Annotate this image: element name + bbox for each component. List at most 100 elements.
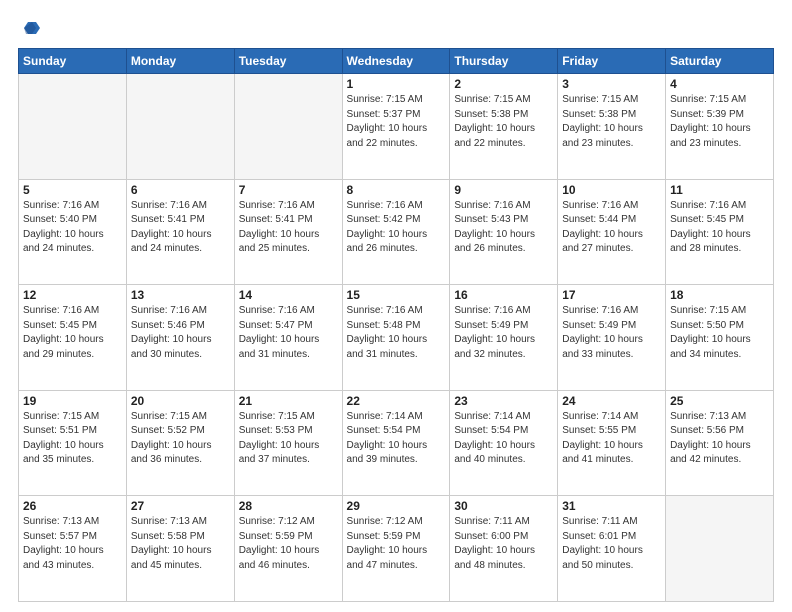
calendar-header: SundayMondayTuesdayWednesdayThursdayFrid… — [19, 49, 774, 74]
day-number: 13 — [131, 288, 230, 302]
weekday-header-row: SundayMondayTuesdayWednesdayThursdayFrid… — [19, 49, 774, 74]
calendar-cell: 7Sunrise: 7:16 AM Sunset: 5:41 PM Daylig… — [234, 179, 342, 285]
calendar-cell: 31 Sunrise: 7:11 AM Sunset: 6:01 PM Dayli… — [558, 496, 666, 602]
day-number: 27 — [131, 499, 230, 513]
calendar-week-3: 19 Sunrise: 7:15 AM Sunset: 5:51 PM Dayli… — [19, 390, 774, 496]
day-number: 14 — [239, 288, 338, 302]
calendar-week-2: 12 Sunrise: 7:16 AM Sunset: 5:45 PM Dayli… — [19, 285, 774, 391]
calendar-cell: 17 Sunrise: 7:16 AM Sunset: 5:49 PM Dayli… — [558, 285, 666, 391]
day-number: 10 — [562, 183, 661, 197]
calendar: SundayMondayTuesdayWednesdayThursdayFrid… — [18, 48, 774, 602]
calendar-cell: 8 Sunrise: 7:16 AM Sunset: 5:42 PM Daylig… — [342, 179, 450, 285]
day-info: Sunrise: 7:15 AM Sunset: 5:38 PM Dayligh… — [454, 93, 553, 151]
calendar-cell: 11Sunrise: 7:16 AM Sunset: 5:45 PM Dayli… — [666, 179, 774, 285]
day-number: 26 — [23, 499, 122, 513]
day-number: 23 — [454, 394, 553, 408]
day-number: 16 — [454, 288, 553, 302]
calendar-cell: 2 Sunrise: 7:15 AM Sunset: 5:38 PM Daylig… — [450, 74, 558, 180]
calendar-cell: 28Sunrise: 7:12 AM Sunset: 5:59 PM Dayli… — [234, 496, 342, 602]
header — [18, 18, 774, 40]
calendar-cell: 19 Sunrise: 7:15 AM Sunset: 5:51 PM Dayli… — [19, 390, 127, 496]
weekday-monday: Monday — [126, 49, 234, 74]
day-number: 12 — [23, 288, 122, 302]
calendar-cell: 5 Sunrise: 7:16 AM Sunset: 5:40 PM Daylig… — [19, 179, 127, 285]
day-info: Sunrise: 7:13 AM Sunset: 5:58 PM Dayligh… — [131, 515, 230, 573]
calendar-cell: 1 Sunrise: 7:15 AM Sunset: 5:37 PM Daylig… — [342, 74, 450, 180]
calendar-cell: 30 Sunrise: 7:11 AM Sunset: 6:00 PM Dayli… — [450, 496, 558, 602]
day-number: 3 — [562, 77, 661, 91]
calendar-cell — [19, 74, 127, 180]
calendar-cell: 18 Sunrise: 7:15 AM Sunset: 5:50 PM Dayli… — [666, 285, 774, 391]
calendar-cell: 25Sunrise: 7:13 AM Sunset: 5:56 PM Dayli… — [666, 390, 774, 496]
day-info: Sunrise: 7:14 AM Sunset: 5:55 PM Dayligh… — [562, 410, 661, 468]
calendar-cell: 22 Sunrise: 7:14 AM Sunset: 5:54 PM Dayli… — [342, 390, 450, 496]
calendar-cell — [666, 496, 774, 602]
logo-icon — [18, 18, 40, 40]
day-info: Sunrise: 7:16 AM Sunset: 5:49 PM Dayligh… — [562, 304, 661, 362]
calendar-week-1: 5 Sunrise: 7:16 AM Sunset: 5:40 PM Daylig… — [19, 179, 774, 285]
day-number: 22 — [347, 394, 446, 408]
day-info: Sunrise: 7:16 AM Sunset: 5:45 PM Dayligh… — [23, 304, 122, 362]
day-info: Sunrise: 7:15 AM Sunset: 5:51 PM Dayligh… — [23, 410, 122, 468]
weekday-tuesday: Tuesday — [234, 49, 342, 74]
day-number: 31 — [562, 499, 661, 513]
calendar-cell: 24 Sunrise: 7:14 AM Sunset: 5:55 PM Dayli… — [558, 390, 666, 496]
day-info: Sunrise: 7:13 AM Sunset: 5:57 PM Dayligh… — [23, 515, 122, 573]
day-number: 2 — [454, 77, 553, 91]
day-info: Sunrise: 7:15 AM Sunset: 5:37 PM Dayligh… — [347, 93, 446, 151]
day-number: 20 — [131, 394, 230, 408]
day-number: 9 — [454, 183, 553, 197]
day-info: Sunrise: 7:15 AM Sunset: 5:53 PM Dayligh… — [239, 410, 338, 468]
day-info: Sunrise: 7:14 AM Sunset: 5:54 PM Dayligh… — [454, 410, 553, 468]
weekday-saturday: Saturday — [666, 49, 774, 74]
day-info: Sunrise: 7:16 AM Sunset: 5:44 PM Dayligh… — [562, 199, 661, 257]
day-number: 8 — [347, 183, 446, 197]
calendar-cell: 6 Sunrise: 7:16 AM Sunset: 5:41 PM Daylig… — [126, 179, 234, 285]
calendar-cell: 14Sunrise: 7:16 AM Sunset: 5:47 PM Dayli… — [234, 285, 342, 391]
calendar-cell: 12 Sunrise: 7:16 AM Sunset: 5:45 PM Dayli… — [19, 285, 127, 391]
day-info: Sunrise: 7:16 AM Sunset: 5:41 PM Dayligh… — [131, 199, 230, 257]
day-number: 6 — [131, 183, 230, 197]
calendar-cell: 27 Sunrise: 7:13 AM Sunset: 5:58 PM Dayli… — [126, 496, 234, 602]
day-number: 19 — [23, 394, 122, 408]
day-info: Sunrise: 7:16 AM Sunset: 5:46 PM Dayligh… — [131, 304, 230, 362]
calendar-cell: 29 Sunrise: 7:12 AM Sunset: 5:59 PM Dayli… — [342, 496, 450, 602]
day-info: Sunrise: 7:16 AM Sunset: 5:42 PM Dayligh… — [347, 199, 446, 257]
calendar-body: 1 Sunrise: 7:15 AM Sunset: 5:37 PM Daylig… — [19, 74, 774, 602]
logo — [18, 18, 44, 40]
calendar-cell: 4Sunrise: 7:15 AM Sunset: 5:39 PM Daylig… — [666, 74, 774, 180]
calendar-cell: 23 Sunrise: 7:14 AM Sunset: 5:54 PM Dayli… — [450, 390, 558, 496]
calendar-week-4: 26 Sunrise: 7:13 AM Sunset: 5:57 PM Dayli… — [19, 496, 774, 602]
day-number: 29 — [347, 499, 446, 513]
calendar-cell: 26 Sunrise: 7:13 AM Sunset: 5:57 PM Dayli… — [19, 496, 127, 602]
day-number: 30 — [454, 499, 553, 513]
day-info: Sunrise: 7:15 AM Sunset: 5:50 PM Dayligh… — [670, 304, 769, 362]
day-info: Sunrise: 7:16 AM Sunset: 5:45 PM Dayligh… — [670, 199, 769, 257]
day-number: 24 — [562, 394, 661, 408]
day-info: Sunrise: 7:11 AM Sunset: 6:01 PM Dayligh… — [562, 515, 661, 573]
day-number: 18 — [670, 288, 769, 302]
day-info: Sunrise: 7:11 AM Sunset: 6:00 PM Dayligh… — [454, 515, 553, 573]
day-info: Sunrise: 7:14 AM Sunset: 5:54 PM Dayligh… — [347, 410, 446, 468]
calendar-cell: 21 Sunrise: 7:15 AM Sunset: 5:53 PM Dayli… — [234, 390, 342, 496]
day-number: 21 — [239, 394, 338, 408]
calendar-cell: 3 Sunrise: 7:15 AM Sunset: 5:38 PM Daylig… — [558, 74, 666, 180]
day-number: 25 — [670, 394, 769, 408]
weekday-friday: Friday — [558, 49, 666, 74]
day-info: Sunrise: 7:16 AM Sunset: 5:48 PM Dayligh… — [347, 304, 446, 362]
day-number: 5 — [23, 183, 122, 197]
weekday-wednesday: Wednesday — [342, 49, 450, 74]
calendar-cell: 10 Sunrise: 7:16 AM Sunset: 5:44 PM Dayli… — [558, 179, 666, 285]
calendar-cell: 15Sunrise: 7:16 AM Sunset: 5:48 PM Dayli… — [342, 285, 450, 391]
calendar-cell: 20Sunrise: 7:15 AM Sunset: 5:52 PM Dayli… — [126, 390, 234, 496]
calendar-cell — [234, 74, 342, 180]
day-number: 17 — [562, 288, 661, 302]
day-info: Sunrise: 7:12 AM Sunset: 5:59 PM Dayligh… — [347, 515, 446, 573]
calendar-cell: 16Sunrise: 7:16 AM Sunset: 5:49 PM Dayli… — [450, 285, 558, 391]
calendar-cell: 9Sunrise: 7:16 AM Sunset: 5:43 PM Daylig… — [450, 179, 558, 285]
day-info: Sunrise: 7:15 AM Sunset: 5:39 PM Dayligh… — [670, 93, 769, 151]
day-info: Sunrise: 7:15 AM Sunset: 5:38 PM Dayligh… — [562, 93, 661, 151]
page: SundayMondayTuesdayWednesdayThursdayFrid… — [0, 0, 792, 612]
day-number: 1 — [347, 77, 446, 91]
day-info: Sunrise: 7:16 AM Sunset: 5:40 PM Dayligh… — [23, 199, 122, 257]
